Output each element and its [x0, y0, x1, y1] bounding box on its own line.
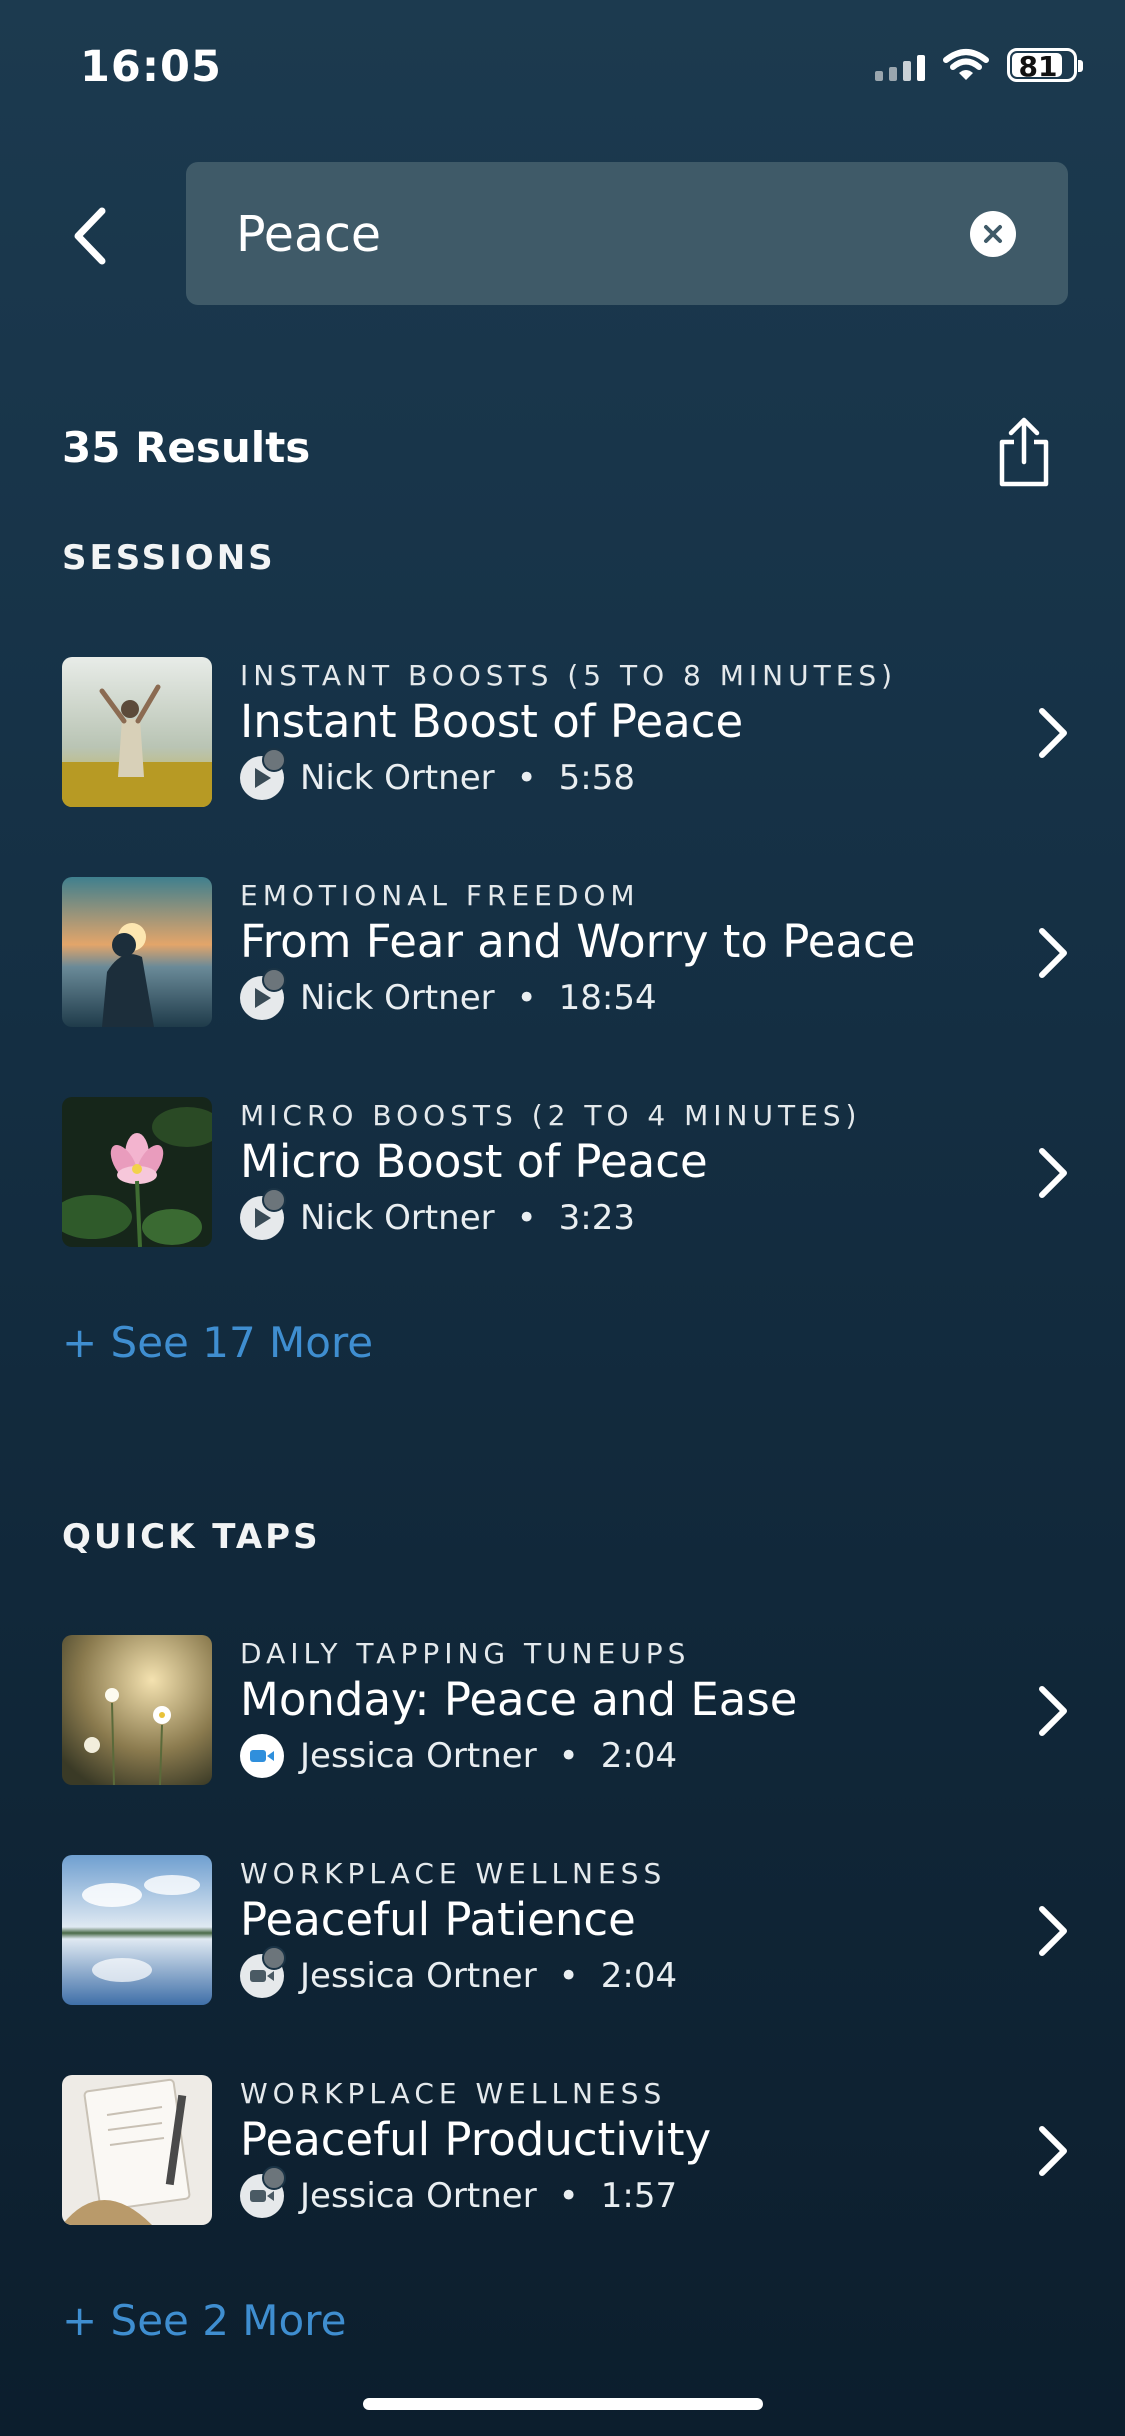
session-thumbnail [62, 1097, 212, 1247]
clear-search-button[interactable] [970, 211, 1016, 257]
quick-tap-row[interactable]: DAILY TAPPING TUNEUPS Monday: Peace and … [62, 1635, 1072, 1785]
quick-tap-duration: 2:04 [600, 1956, 678, 1996]
share-icon [999, 417, 1049, 487]
session-meta: Nick Ortner • 5:58 [240, 748, 636, 803]
lock-icon [262, 2166, 286, 2190]
quick-tap-title: Peaceful Productivity [240, 2113, 712, 2166]
close-icon [984, 225, 1002, 243]
quick-tap-title: Monday: Peace and Ease [240, 1673, 798, 1726]
quick-tap-category: DAILY TAPPING TUNEUPS [240, 1637, 691, 1670]
status-icons: 81 [875, 48, 1083, 83]
quick-tap-row[interactable]: WORKPLACE WELLNESS Peaceful Patience Jes… [62, 1855, 1072, 2005]
lock-icon [262, 968, 286, 992]
separator-dot: • [516, 758, 537, 798]
play-icon [240, 968, 286, 1020]
wifi-icon [943, 49, 989, 80]
quick-tap-thumbnail [62, 1635, 212, 1785]
quick-tap-category: WORKPLACE WELLNESS [240, 1857, 667, 1890]
session-duration: 5:58 [558, 758, 636, 798]
session-duration: 18:54 [558, 978, 657, 1018]
play-icon [240, 748, 286, 800]
see-more-sessions-link[interactable]: + See 17 More [62, 1318, 373, 1367]
session-author: Nick Ortner [300, 1198, 495, 1238]
session-author: Nick Ortner [300, 978, 495, 1018]
chevron-right-icon [1039, 1906, 1067, 1956]
quick-tap-meta: Jessica Ortner • 1:57 [240, 2166, 678, 2221]
session-meta: Nick Ortner • 18:54 [240, 968, 657, 1023]
chevron-right-icon [1039, 1148, 1067, 1198]
quick-tap-author: Jessica Ortner [300, 2176, 537, 2216]
quick-tap-thumbnail [62, 1855, 212, 2005]
chevron-right-icon [1039, 1686, 1067, 1736]
chevron-right-icon [1039, 928, 1067, 978]
video-icon [240, 1946, 286, 1998]
quick-tap-title: Peaceful Patience [240, 1893, 636, 1946]
battery-level: 81 [1018, 50, 1058, 83]
lock-icon [262, 1188, 286, 1212]
session-title: From Fear and Worry to Peace [240, 915, 916, 968]
session-thumbnail [62, 657, 212, 807]
session-category: MICRO BOOSTS (2 TO 4 MINUTES) [240, 1099, 862, 1132]
session-category: INSTANT BOOSTS (5 TO 8 MINUTES) [240, 659, 898, 692]
quick-tap-author: Jessica Ortner [300, 1956, 537, 1996]
quick-tap-thumbnail [62, 2075, 212, 2225]
see-more-quick-taps-link[interactable]: + See 2 More [62, 2296, 346, 2345]
quick-tap-author: Jessica Ortner [300, 1736, 537, 1776]
sessions-heading: SESSIONS [62, 538, 276, 578]
cellular-signal-icon [875, 49, 925, 81]
session-row[interactable]: INSTANT BOOSTS (5 TO 8 MINUTES) Instant … [62, 657, 1072, 807]
session-row[interactable]: MICRO BOOSTS (2 TO 4 MINUTES) Micro Boos… [62, 1097, 1072, 1247]
session-thumbnail [62, 877, 212, 1027]
status-time: 16:05 [80, 42, 222, 92]
separator-dot: • [516, 1198, 537, 1238]
quick-tap-meta: Jessica Ortner • 2:04 [240, 1731, 677, 1781]
quick-tap-duration: 2:04 [600, 1736, 678, 1776]
lock-icon [262, 1946, 286, 1970]
video-icon [240, 2166, 286, 2218]
quick-tap-duration: 1:57 [600, 2176, 678, 2216]
back-button[interactable] [60, 196, 120, 276]
session-category: EMOTIONAL FREEDOM [240, 879, 640, 912]
share-button[interactable] [996, 416, 1052, 488]
home-indicator[interactable] [363, 2398, 763, 2410]
session-duration: 3:23 [558, 1198, 636, 1238]
quick-tap-category: WORKPLACE WELLNESS [240, 2077, 667, 2110]
lock-icon [262, 748, 286, 772]
results-count: 35 Results [62, 423, 311, 472]
chevron-right-icon [1039, 2126, 1067, 2176]
battery-icon: 81 [1007, 48, 1083, 83]
search-input[interactable] [234, 162, 938, 307]
search-bar [186, 162, 1068, 307]
chevron-right-icon [1039, 708, 1067, 758]
session-meta: Nick Ortner • 3:23 [240, 1188, 636, 1243]
session-author: Nick Ortner [300, 758, 495, 798]
separator-dot: • [558, 2176, 579, 2216]
separator-dot: • [516, 978, 537, 1018]
play-icon [240, 1188, 286, 1240]
quick-tap-row[interactable]: WORKPLACE WELLNESS Peaceful Productivity… [62, 2075, 1072, 2225]
quick-taps-heading: QUICK TAPS [62, 1517, 321, 1557]
video-icon [240, 1734, 284, 1778]
separator-dot: • [558, 1956, 579, 1996]
chevron-left-icon [74, 207, 106, 265]
session-title: Micro Boost of Peace [240, 1135, 708, 1188]
quick-tap-meta: Jessica Ortner • 2:04 [240, 1946, 678, 2001]
session-row[interactable]: EMOTIONAL FREEDOM From Fear and Worry to… [62, 877, 1072, 1027]
separator-dot: • [558, 1736, 579, 1776]
session-title: Instant Boost of Peace [240, 695, 744, 748]
